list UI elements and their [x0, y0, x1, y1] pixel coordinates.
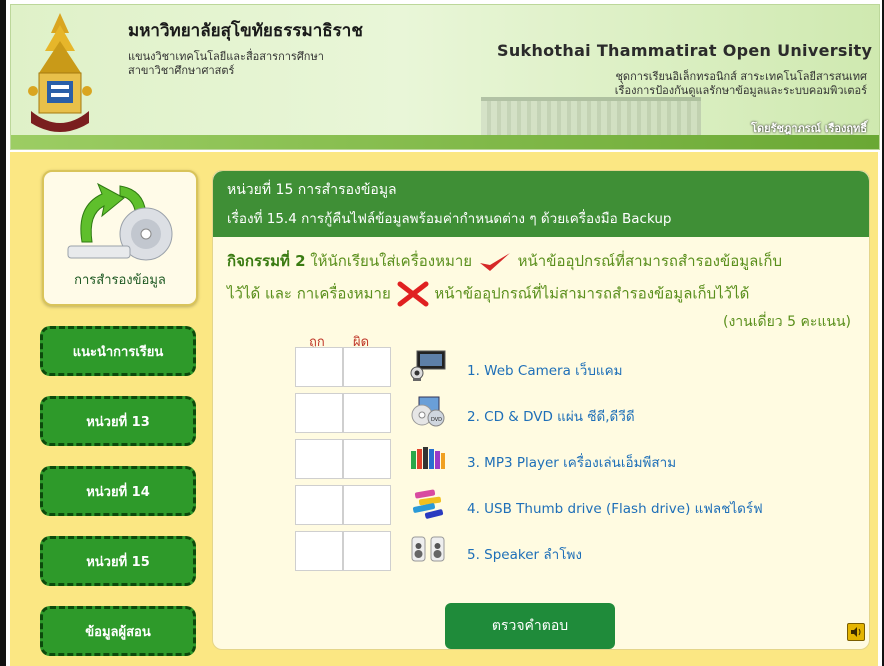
branch-label: สาขาวิชาศึกษาศาสตร์ — [128, 64, 235, 77]
answer-true-cell[interactable] — [295, 531, 343, 571]
app-frame: มหาวิทยาลัยสุโขทัยธรรมาธิราช แขนงวิชาเทค… — [6, 0, 882, 666]
sidebar-item-intro[interactable]: แนะนำการเรียน — [40, 326, 196, 376]
campus-building-image — [481, 97, 701, 139]
item-label-mp3-player: 3. MP3 Player เครื่องเล่นเอ็มพีสาม — [467, 455, 677, 471]
answer-false-cell[interactable] — [343, 531, 391, 571]
sidebar-item-unit-14[interactable]: หน่วยที่ 14 — [40, 466, 196, 516]
university-name-english: Sukhothai Thammatirat Open University — [497, 41, 873, 60]
svg-text:DVD: DVD — [431, 417, 442, 423]
sidebar-item-instructor[interactable]: ข้อมูลผู้สอน — [40, 606, 196, 656]
webcam-icon — [410, 350, 446, 381]
answer-false-cell[interactable] — [343, 347, 391, 387]
mp3-player-icon — [411, 447, 445, 469]
cd-dvd-icon: DVD — [411, 396, 445, 427]
speaker-icon — [411, 536, 445, 562]
answer-false-cell[interactable] — [343, 439, 391, 479]
check-answer-button[interactable]: ตรวจคำตอบ — [445, 603, 615, 649]
topic-title: เรื่องที่ 15.4 การกู้คืนไฟล์ข้อมูลพร้อมค… — [227, 211, 672, 227]
header-band — [11, 135, 879, 149]
header-banner: มหาวิทยาลัยสุโขทัยธรรมาธิราช แขนงวิชาเทค… — [10, 4, 880, 150]
check-mark-icon — [479, 252, 510, 271]
usb-drive-icon — [412, 489, 444, 519]
activity-instruction-line2: ไว้ได้ และ กาเครื่องหมาย หน้าข้ออุปกรณ์ท… — [227, 281, 749, 307]
university-name-thai: มหาวิทยาลัยสุโขทัยธรรมาธิราช — [128, 21, 363, 41]
activity-instruction-line1: กิจกรรมที่ 2 ให้นักเรียนใส่เครื่องหมาย ห… — [227, 249, 782, 274]
item-label-speaker: 5. Speaker ลำโพง — [467, 547, 582, 563]
main-area: การสำรองข้อมูล แนะนำการเรียน หน่วยที่ 13… — [10, 152, 878, 666]
activity-text-1: ให้นักเรียนใส่เครื่องหมาย — [310, 252, 473, 270]
activity-title: กิจกรรมที่ 2 — [227, 252, 306, 270]
answer-true-cell[interactable] — [295, 439, 343, 479]
university-emblem-icon — [28, 13, 92, 132]
unit-title: หน่วยที่ 15 การสำรองข้อมูล — [227, 182, 397, 198]
answer-true-cell[interactable] — [295, 393, 343, 433]
sidebar-item-unit-13[interactable]: หน่วยที่ 13 — [40, 396, 196, 446]
score-note: (งานเดี่ยว 5 คะแนน) — [723, 314, 851, 330]
item-label-webcam: 1. Web Camera เว็บแคม — [467, 363, 623, 379]
cross-mark-icon — [397, 281, 429, 307]
sidebar-item-unit-15[interactable]: หน่วยที่ 15 — [40, 536, 196, 586]
answer-false-cell[interactable] — [343, 485, 391, 525]
item-label-cd-dvd: 2. CD & DVD แผ่น ซีดี,ดีวีดี — [467, 409, 635, 425]
item-label-usb-drive: 4. USB Thumb drive (Flash drive) แฟลชไดร… — [467, 501, 763, 517]
backup-disc-icon — [67, 182, 173, 261]
speaker-volume-icon — [851, 627, 861, 637]
lesson-panel: หน่วยที่ 15 การสำรองข้อมูล เรื่องที่ 15.… — [212, 170, 870, 650]
sound-button[interactable] — [847, 623, 865, 641]
backup-topic-card: การสำรองข้อมูล — [42, 170, 198, 306]
activity-text-2: หน้าข้ออุปกรณ์ที่สามารถสำรองข้อมูลเก็บ — [517, 252, 783, 270]
activity-text-4: หน้าข้ออุปกรณ์ที่ไม่สามารถสำรองข้อมูลเก็… — [434, 284, 750, 303]
topic-card-caption: การสำรองข้อมูล — [74, 273, 166, 288]
answer-false-cell[interactable] — [343, 393, 391, 433]
activity-text-3: ไว้ได้ และ กาเครื่องหมาย — [227, 284, 391, 303]
lesson-header: หน่วยที่ 15 การสำรองข้อมูล เรื่องที่ 15.… — [213, 171, 869, 237]
answer-true-cell[interactable] — [295, 347, 343, 387]
answer-true-cell[interactable] — [295, 485, 343, 525]
